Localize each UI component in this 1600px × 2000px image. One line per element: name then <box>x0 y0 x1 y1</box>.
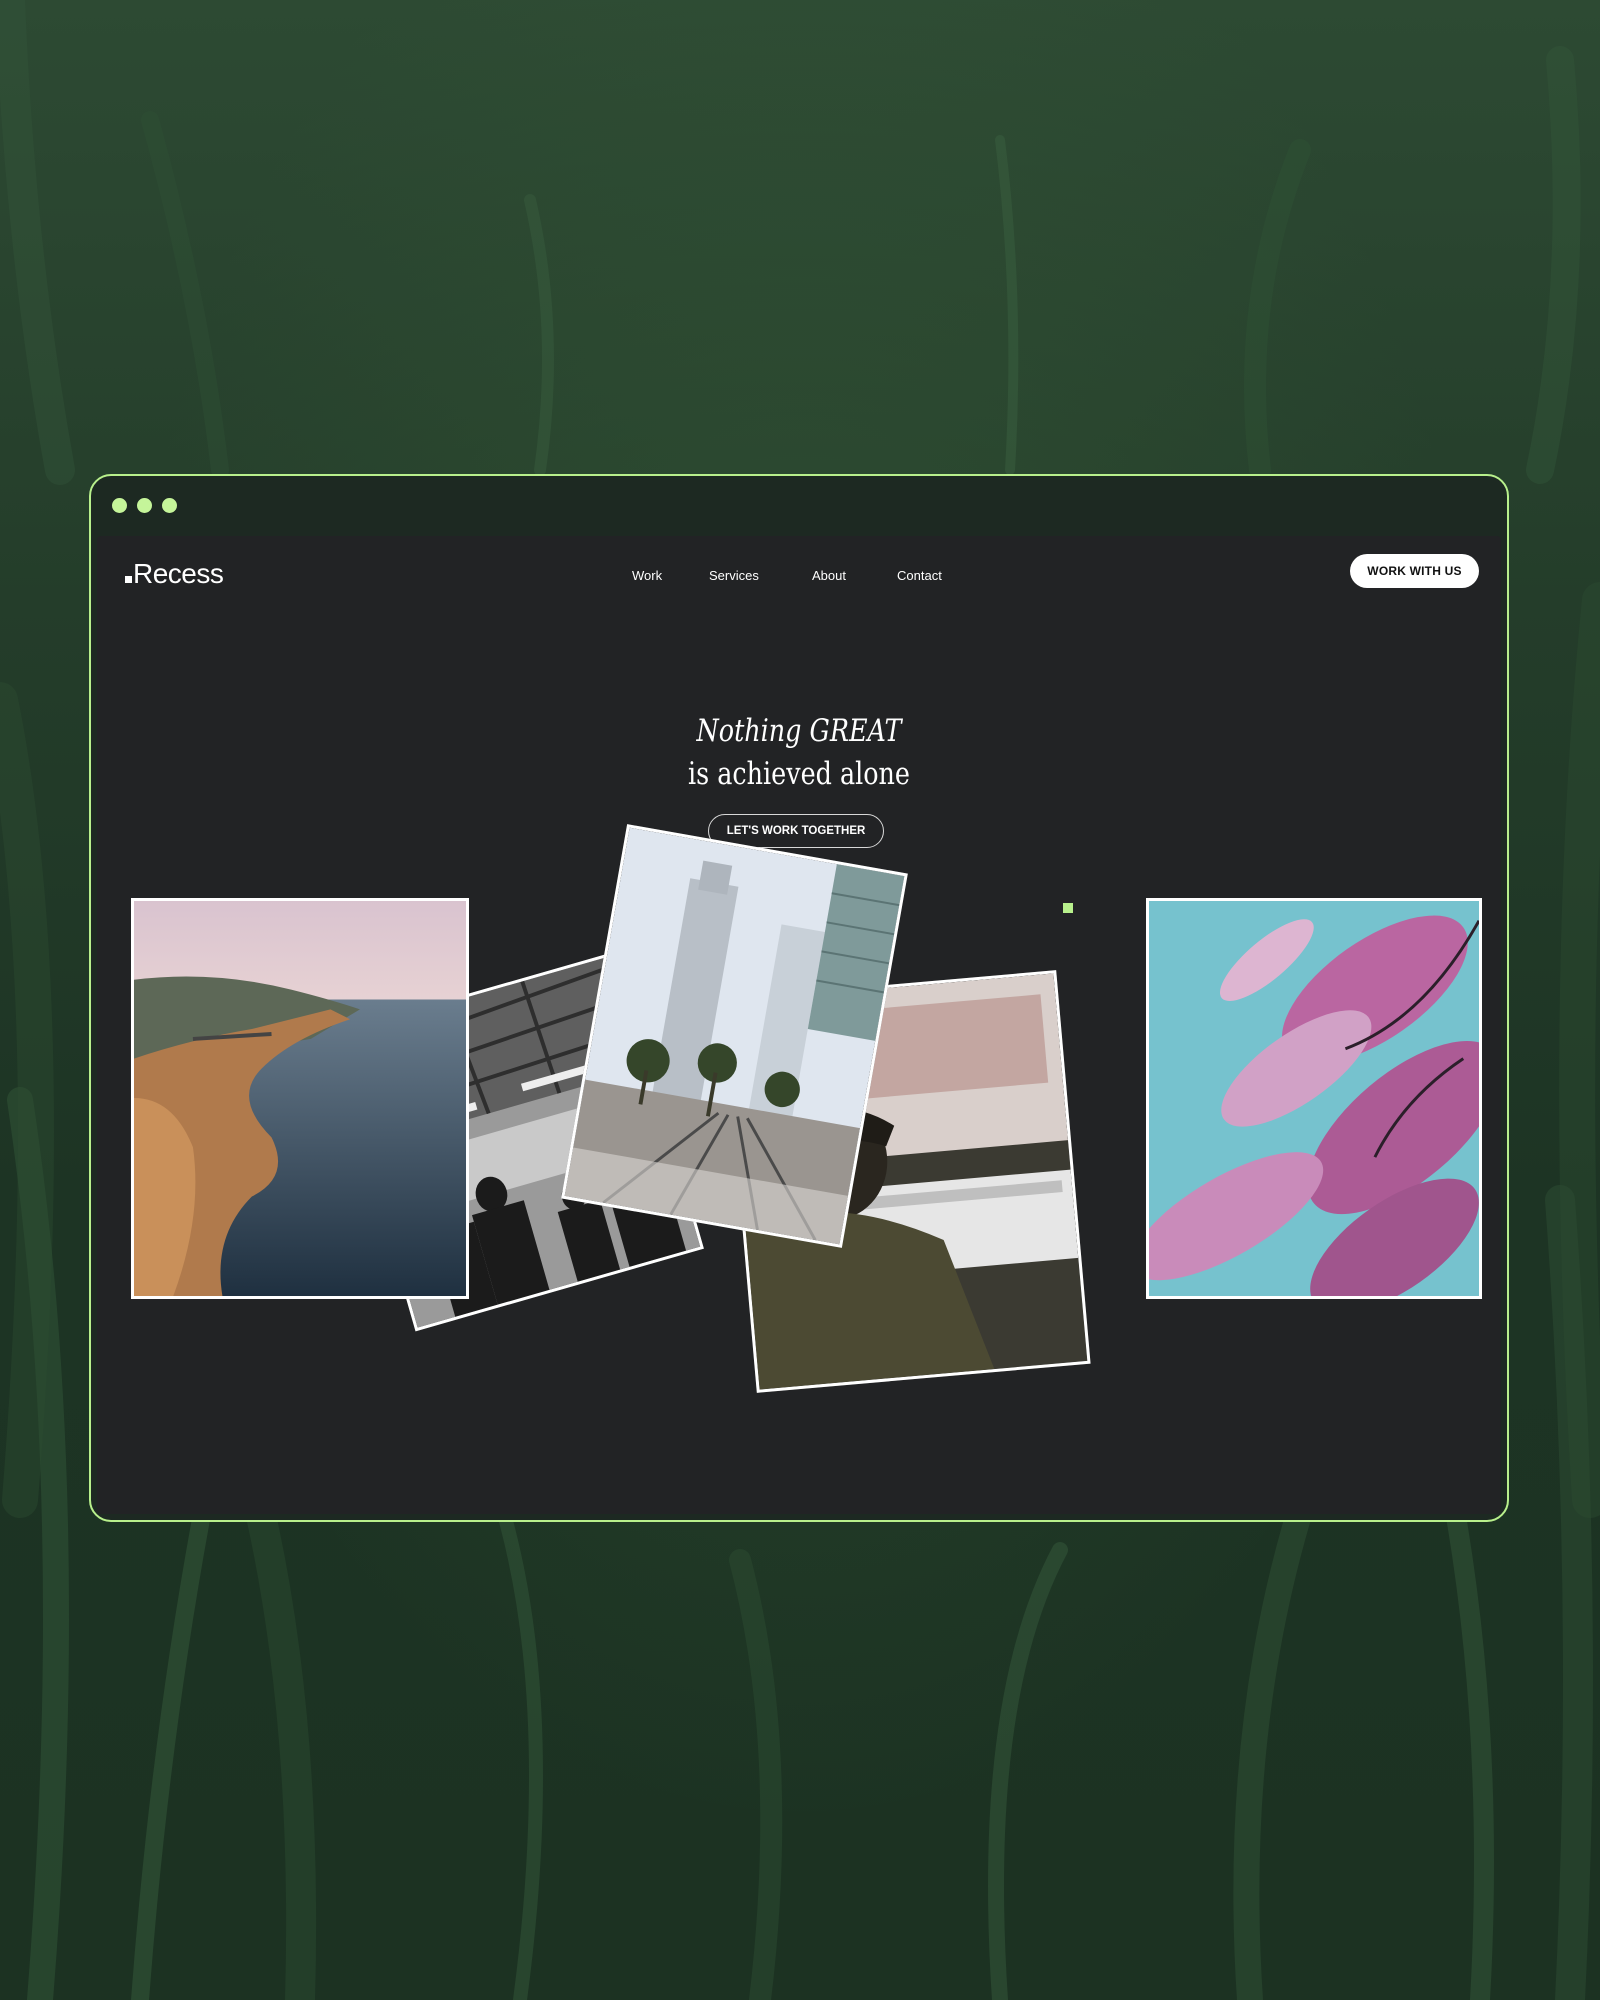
page-viewport: Recess Work Services About Contact WORK … <box>97 536 1501 1514</box>
nav-work[interactable]: Work <box>632 568 662 583</box>
window-dot-2[interactable] <box>137 498 152 513</box>
window-titlebar <box>91 476 1507 536</box>
hero-heading-line2: is achieved alone <box>688 756 910 792</box>
nav-contact[interactable]: Contact <box>897 568 942 583</box>
pink-blossoms-photo[interactable] <box>1146 898 1482 1299</box>
nav-about[interactable]: About <box>812 568 846 583</box>
window-dot-3[interactable] <box>162 498 177 513</box>
main-nav: Work Services About Contact <box>97 568 1501 588</box>
browser-window: Recess Work Services About Contact WORK … <box>89 474 1509 1522</box>
hero-heading-line1: Nothing GREAT <box>696 713 902 749</box>
work-with-us-button[interactable]: WORK WITH US <box>1350 554 1479 588</box>
accent-square-icon <box>1063 903 1073 913</box>
nav-services[interactable]: Services <box>709 568 759 583</box>
window-dot-1[interactable] <box>112 498 127 513</box>
coastal-cliffs-photo[interactable] <box>131 898 469 1299</box>
